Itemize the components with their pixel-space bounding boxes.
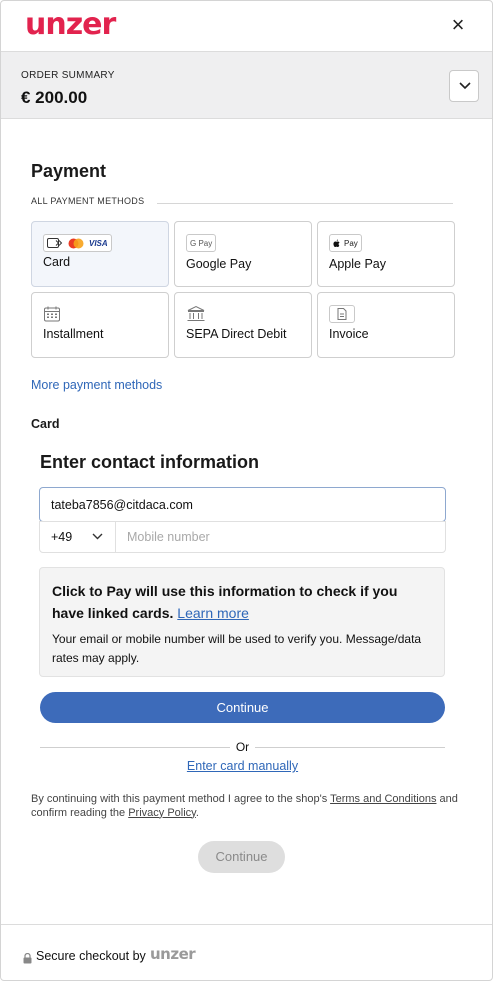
country-code-value: +49 [51, 530, 73, 544]
divider [255, 747, 445, 748]
unzer-footer-logo: unzer [150, 945, 196, 963]
learn-more-link[interactable]: Learn more [177, 605, 249, 621]
payment-method-sepa[interactable]: SEPA Direct Debit [174, 292, 312, 358]
apple-icon [333, 239, 340, 247]
contactless-card-icon [47, 238, 63, 248]
payment-methods-label: ALL PAYMENT METHODS [31, 196, 153, 206]
payment-method-card[interactable]: VISA Card [31, 221, 169, 287]
chevron-down-icon [459, 82, 471, 90]
header: unzer × [1, 1, 492, 51]
more-payment-methods-link[interactable]: More payment methods [31, 378, 162, 392]
bank-icon [186, 305, 206, 323]
privacy-policy-link[interactable]: Privacy Policy [128, 807, 196, 819]
visa-icon: VISA [89, 238, 108, 248]
payment-method-sepa-label: SEPA Direct Debit [186, 327, 287, 341]
google-pay-icon: G Pay [186, 234, 217, 252]
mobile-number-input[interactable] [117, 522, 445, 552]
lock-icon [23, 953, 32, 964]
terms-link[interactable]: Terms and Conditions [330, 793, 436, 805]
payment-title: Payment [31, 161, 107, 181]
terms-suffix: . [195, 806, 199, 819]
payment-method-google-pay-label: Google Pay [186, 257, 252, 271]
checkout-frame: unzer × ORDER SUMMARY € 200.00 Payment A… [0, 0, 493, 981]
divider [40, 747, 230, 748]
apple-pay-badge-text: Pay [344, 238, 358, 248]
order-summary: ORDER SUMMARY € 200.00 [1, 51, 492, 119]
click-to-pay-info: Click to Pay will use this information t… [39, 567, 445, 677]
mastercard-icon [68, 238, 84, 248]
payment-method-card-label: Card [43, 255, 71, 269]
submit-button-disabled: Continue [198, 841, 285, 873]
apple-pay-icon: Pay [329, 234, 362, 252]
or-separator: Or [235, 740, 250, 754]
info-body: Your email or mobile number will be used… [52, 632, 422, 665]
order-total: € 200.00 [21, 88, 88, 107]
info-title: Click to Pay will use this information t… [52, 580, 432, 624]
payment-methods-header: ALL PAYMENT METHODS [31, 196, 453, 210]
terms-prefix: By continuing with this payment method I… [31, 793, 331, 805]
enter-card-manually-link[interactable]: Enter card manually [1, 759, 484, 773]
chevron-down-icon [92, 533, 103, 540]
payment-method-installment[interactable]: Installment [31, 292, 169, 358]
document-icon [329, 305, 355, 323]
footer: Secure checkout by unzer [1, 924, 492, 980]
terms-notice: By continuing with this payment method I… [31, 793, 461, 820]
calendar-icon [43, 305, 61, 323]
payment-method-installment-label: Installment [43, 327, 104, 341]
payment-method-invoice[interactable]: Invoice [317, 292, 455, 358]
phone-row: +49 [39, 521, 446, 553]
order-summary-toggle[interactable] [449, 70, 479, 102]
secure-checkout-text: Secure checkout by [36, 949, 146, 963]
continue-button[interactable]: Continue [40, 692, 445, 723]
order-summary-label: ORDER SUMMARY [21, 70, 115, 81]
card-section-label: Card [31, 417, 60, 431]
payment-method-google-pay[interactable]: G Pay Google Pay [174, 221, 312, 287]
email-field[interactable] [39, 487, 446, 522]
unzer-logo: unzer [25, 7, 116, 42]
contact-title: Enter contact information [40, 452, 260, 472]
country-code-select[interactable]: +49 [40, 522, 116, 552]
payment-method-apple-pay-label: Apple Pay [329, 257, 386, 271]
payment-method-apple-pay[interactable]: Pay Apple Pay [317, 221, 455, 287]
divider [157, 203, 453, 204]
payment-method-invoice-label: Invoice [329, 327, 369, 341]
card-brands-icon: VISA [43, 234, 112, 252]
close-icon[interactable]: × [447, 14, 469, 36]
